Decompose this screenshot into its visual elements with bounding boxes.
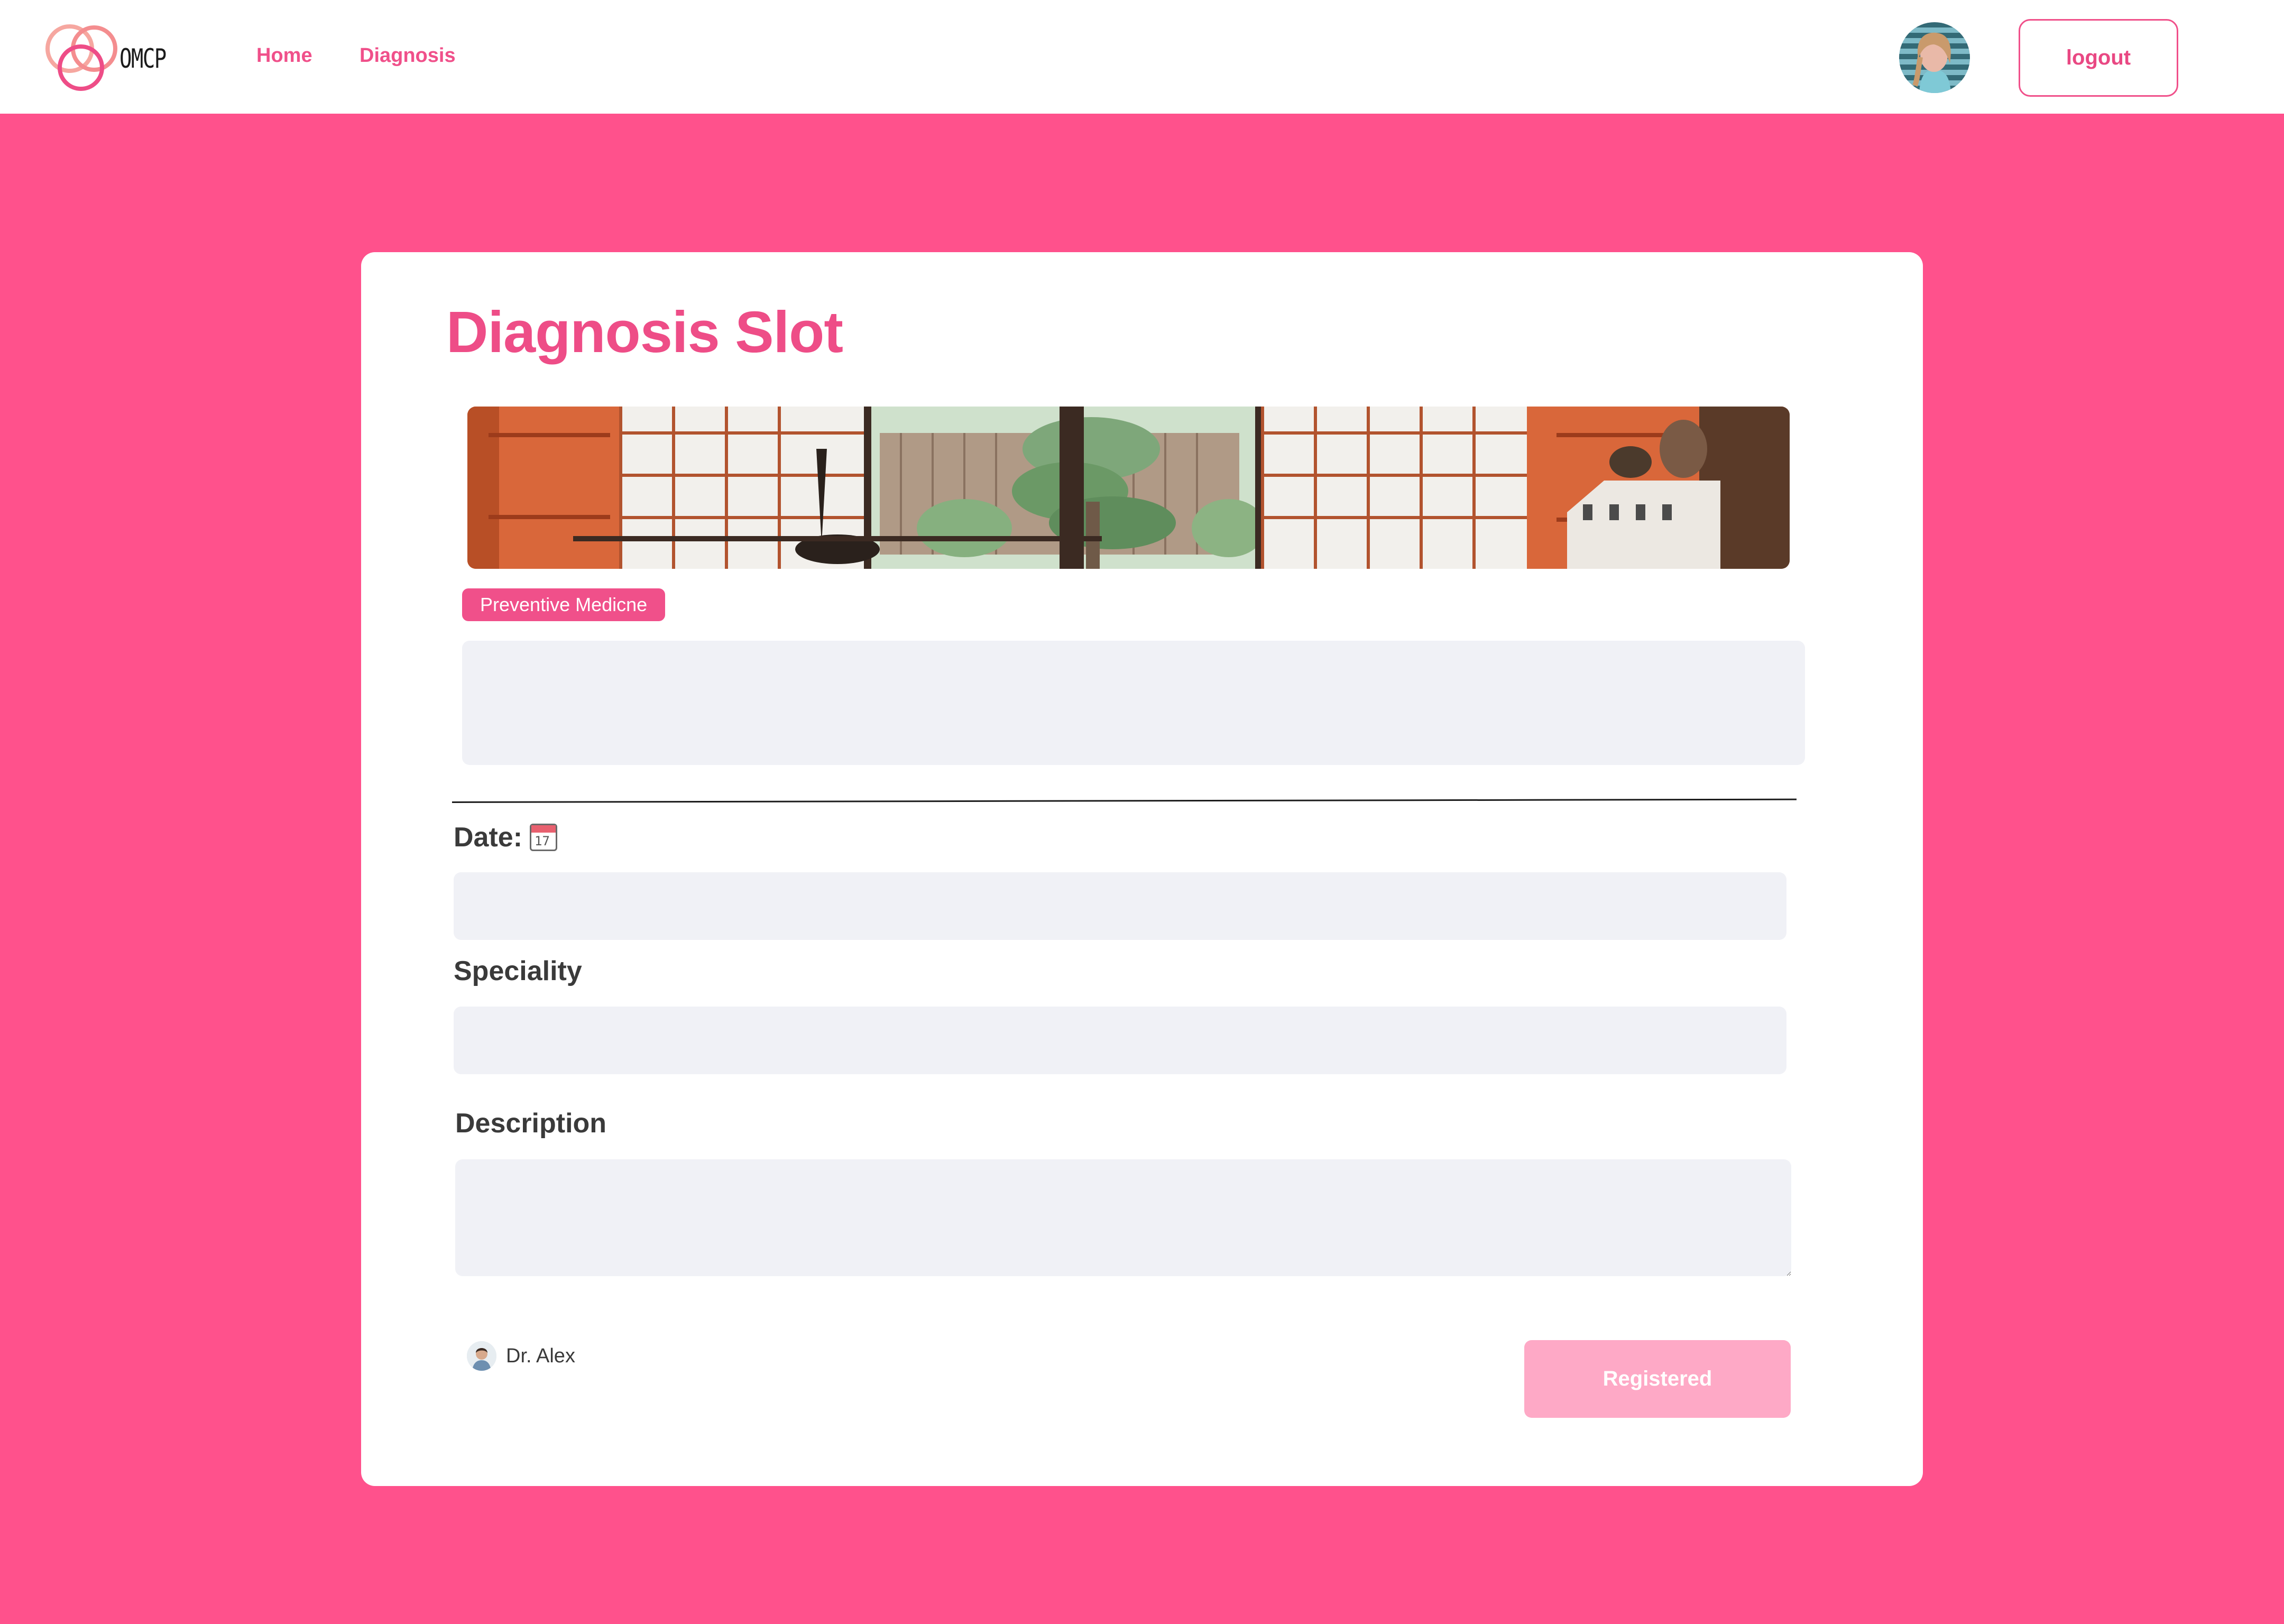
speciality-input[interactable] — [454, 1007, 1786, 1074]
logo-icon[interactable] — [42, 21, 122, 93]
date-input[interactable] — [454, 872, 1786, 940]
logo-text: OMCP — [119, 43, 167, 74]
section-divider — [452, 798, 1797, 803]
speciality-label: Speciality — [454, 956, 582, 986]
registered-button[interactable]: Registered — [1524, 1340, 1791, 1418]
calendar-icon: 17 — [530, 824, 558, 851]
page-title: Diagnosis Slot — [446, 300, 843, 365]
logout-button[interactable]: logout — [2019, 19, 2178, 97]
diagnosis-slot-card: Diagnosis Slot Preventive Medicne Date: … — [361, 252, 1923, 1486]
specialty-tag[interactable]: Preventive Medicne — [462, 588, 666, 621]
summary-field[interactable] — [462, 641, 1805, 765]
avatar[interactable] — [1899, 22, 1970, 93]
description-label: Description — [455, 1108, 607, 1139]
date-label: Date: — [454, 822, 523, 853]
nav-home-link[interactable]: Home — [256, 44, 312, 67]
date-label-group: Date: 17 — [454, 822, 558, 853]
clinic-interior-banner-image — [467, 407, 1790, 569]
doctor-info: Dr. Alex — [467, 1341, 575, 1371]
doctor-avatar — [467, 1341, 496, 1371]
nav-diagnosis-link[interactable]: Diagnosis — [360, 44, 456, 67]
top-navigation-bar: OMCP Home Diagnosis logout — [0, 0, 2284, 114]
calendar-day: 17 — [535, 834, 550, 848]
description-textarea[interactable] — [455, 1159, 1791, 1276]
doctor-name: Dr. Alex — [506, 1344, 575, 1367]
